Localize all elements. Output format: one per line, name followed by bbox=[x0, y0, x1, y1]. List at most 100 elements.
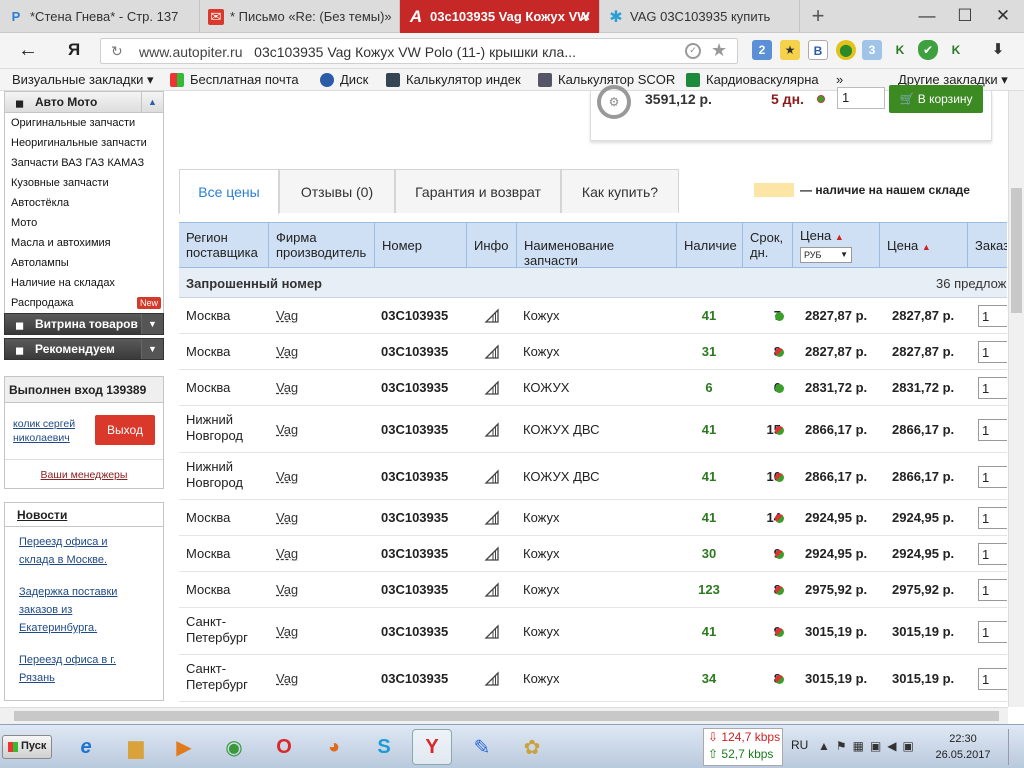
k-ext-icon-2[interactable]: K bbox=[946, 40, 966, 60]
category-header-auto-moto[interactable]: ◼ Авто Мото ▲ bbox=[4, 91, 164, 113]
internet-explorer-icon[interactable]: e bbox=[66, 729, 106, 765]
sidebar-item-stock[interactable]: Наличие на складах bbox=[5, 273, 163, 293]
reload-icon[interactable]: ↻ bbox=[111, 43, 123, 60]
vertical-scrollbar[interactable] bbox=[1008, 91, 1024, 707]
sidebar-item-moto[interactable]: Мото bbox=[5, 213, 163, 233]
sidebar-item-sale[interactable]: Распродажа New bbox=[5, 293, 163, 313]
info-icon[interactable] bbox=[484, 546, 500, 562]
sidebar-item-body[interactable]: Кузовные запчасти bbox=[5, 173, 163, 193]
brand-link[interactable]: Vag bbox=[276, 308, 298, 323]
sidebar-item-nonoriginal[interactable]: Неоригинальные запчасти bbox=[5, 133, 163, 153]
info-icon[interactable] bbox=[484, 344, 500, 360]
info-icon[interactable] bbox=[484, 380, 500, 396]
category-header-recommend[interactable]: ◼ Рекомендуем ▼ bbox=[4, 338, 164, 360]
protect-icon[interactable]: ✓ bbox=[685, 43, 701, 59]
close-window-button[interactable]: ✕ bbox=[988, 4, 1018, 28]
brand-link[interactable]: Vag bbox=[276, 469, 298, 484]
bookmark-star-icon[interactable]: ★ bbox=[711, 40, 727, 61]
sidebar-item-vaz[interactable]: Запчасти ВАЗ ГАЗ КАМАЗ bbox=[5, 153, 163, 173]
bookmark-calc-score[interactable]: Калькулятор SCOR bbox=[538, 72, 675, 87]
k-ext-icon[interactable]: K bbox=[890, 40, 910, 60]
bookmarks-overflow-button[interactable]: » bbox=[836, 72, 843, 87]
news-item[interactable]: Переезд офиса в г. Рязань bbox=[19, 651, 144, 687]
offer-quantity-input[interactable]: 1 bbox=[837, 87, 885, 109]
info-icon[interactable] bbox=[484, 510, 500, 526]
paint-icon[interactable]: ✿ bbox=[512, 729, 552, 765]
maximize-button[interactable]: ☐ bbox=[950, 4, 980, 28]
col-brand[interactable]: Фирма производитель bbox=[269, 223, 375, 268]
tab-autopiter[interactable]: A 03c103935 Vag Кожух VW ✕ bbox=[400, 0, 600, 33]
brand-link[interactable]: Vag bbox=[276, 510, 298, 525]
chevron-down-icon[interactable]: ▼ bbox=[141, 314, 163, 334]
language-indicator[interactable]: RU bbox=[791, 738, 808, 752]
bookmark-disk[interactable]: Диск bbox=[320, 72, 368, 87]
quantity-input[interactable]: 1 bbox=[978, 507, 1007, 529]
info-icon[interactable] bbox=[484, 469, 500, 485]
tab-vag-buy[interactable]: ✱ VAG 03C103935 купить bbox=[600, 0, 800, 33]
quantity-input[interactable]: 1 bbox=[978, 543, 1007, 565]
tab-all-prices[interactable]: Все цены bbox=[179, 169, 279, 214]
quantity-input[interactable]: 1 bbox=[978, 621, 1007, 643]
url-field[interactable]: ↻ www.autopiter.ru 03c103935 Vag Кожух V… bbox=[100, 38, 738, 64]
currency-select[interactable]: РУБ bbox=[800, 247, 852, 263]
bookmark-cardio[interactable]: Кардиоваскулярна bbox=[686, 72, 819, 87]
system-tray-icons[interactable]: ▲⚑▦▣◀▣ bbox=[818, 739, 920, 753]
tab-how-to-buy[interactable]: Как купить? bbox=[561, 169, 679, 213]
yandex-browser-icon[interactable]: Y bbox=[412, 729, 452, 765]
tab-warranty[interactable]: Гарантия и возврат bbox=[395, 169, 561, 213]
quantity-input[interactable]: 1 bbox=[978, 377, 1007, 399]
col-days[interactable]: Срок, дн. bbox=[743, 223, 793, 268]
sidebar-item-oils[interactable]: Масла и автохимия bbox=[5, 233, 163, 253]
add-to-cart-button[interactable]: 🛒 В корзину bbox=[889, 85, 983, 113]
info-icon[interactable] bbox=[484, 624, 500, 640]
sidebar-item-lamps[interactable]: Автолампы bbox=[5, 253, 163, 273]
info-icon[interactable] bbox=[484, 671, 500, 687]
quantity-input[interactable]: 1 bbox=[978, 466, 1007, 488]
tab-stena-gneva[interactable]: P *Стена Гнева* - Стр. 137 bbox=[0, 0, 200, 33]
quantity-input[interactable]: 1 bbox=[978, 305, 1007, 327]
col-number[interactable]: Номер bbox=[375, 223, 467, 268]
bookmark-free-mail[interactable]: Бесплатная почта bbox=[170, 72, 299, 87]
col-stock[interactable]: Наличие bbox=[677, 223, 743, 268]
lucky-ext-icon[interactable]: ⬤ bbox=[836, 40, 856, 60]
bookmark-calc-index[interactable]: Калькулятор индек bbox=[386, 72, 521, 87]
news-item[interactable]: Переезд офиса и склада в Москве. bbox=[19, 533, 144, 569]
yandex-logo[interactable]: Я bbox=[68, 40, 80, 60]
brand-link[interactable]: Vag bbox=[276, 546, 298, 561]
quantity-input[interactable]: 1 bbox=[978, 419, 1007, 441]
vk-ext-icon[interactable]: B bbox=[808, 40, 828, 60]
news-item[interactable]: Задержка поставки заказов из Екатеринбур… bbox=[19, 583, 144, 637]
clock[interactable]: 22:30 26.05.2017 bbox=[934, 731, 992, 763]
new-tab-button[interactable]: + bbox=[806, 4, 830, 28]
opera-icon[interactable]: O bbox=[264, 729, 304, 765]
horizontal-scroll-thumb[interactable] bbox=[14, 711, 999, 721]
chevron-down-icon[interactable]: ▼ bbox=[141, 339, 163, 359]
brand-link[interactable]: Vag bbox=[276, 422, 298, 437]
sidebar-item-original[interactable]: Оригинальные запчасти bbox=[5, 113, 163, 133]
col-name[interactable]: Наименование запчасти bbox=[517, 223, 677, 268]
skype-icon[interactable]: S bbox=[364, 729, 404, 765]
quantity-input[interactable]: 1 bbox=[978, 341, 1007, 363]
tab-reviews[interactable]: Отзывы (0) bbox=[279, 169, 395, 213]
logout-button[interactable]: Выход bbox=[95, 415, 155, 445]
cloud-ext-icon[interactable]: 3 bbox=[862, 40, 882, 60]
info-icon[interactable] bbox=[484, 422, 500, 438]
quantity-input[interactable]: 1 bbox=[978, 668, 1007, 690]
media-player-icon[interactable]: ▶ bbox=[164, 729, 204, 765]
sidebar-item-glass[interactable]: Автостёкла bbox=[5, 193, 163, 213]
brand-link[interactable]: Vag bbox=[276, 671, 298, 686]
info-icon[interactable] bbox=[484, 582, 500, 598]
tab-mail[interactable]: ✉ * Письмо «Re: (Без темы)» bbox=[200, 0, 400, 33]
back-arrow-icon[interactable]: ← bbox=[18, 39, 38, 62]
brand-link[interactable]: Vag bbox=[276, 582, 298, 597]
news-title-link[interactable]: Новости bbox=[5, 503, 163, 527]
bookmark-visual[interactable]: Визуальные закладки ▾ bbox=[12, 72, 154, 88]
col-region[interactable]: Регион поставщика bbox=[179, 223, 269, 268]
mail-ext-icon[interactable]: 2 bbox=[752, 40, 772, 60]
shield-ext-icon[interactable]: ✔ bbox=[918, 40, 938, 60]
chrome-icon[interactable]: ◉ bbox=[214, 729, 254, 765]
col-price-currency[interactable]: Цена ▲ РУБ bbox=[793, 223, 880, 268]
brand-link[interactable]: Vag bbox=[276, 380, 298, 395]
download-icon[interactable]: ⬇ bbox=[988, 40, 1008, 60]
start-button[interactable]: Пуск bbox=[2, 735, 52, 759]
